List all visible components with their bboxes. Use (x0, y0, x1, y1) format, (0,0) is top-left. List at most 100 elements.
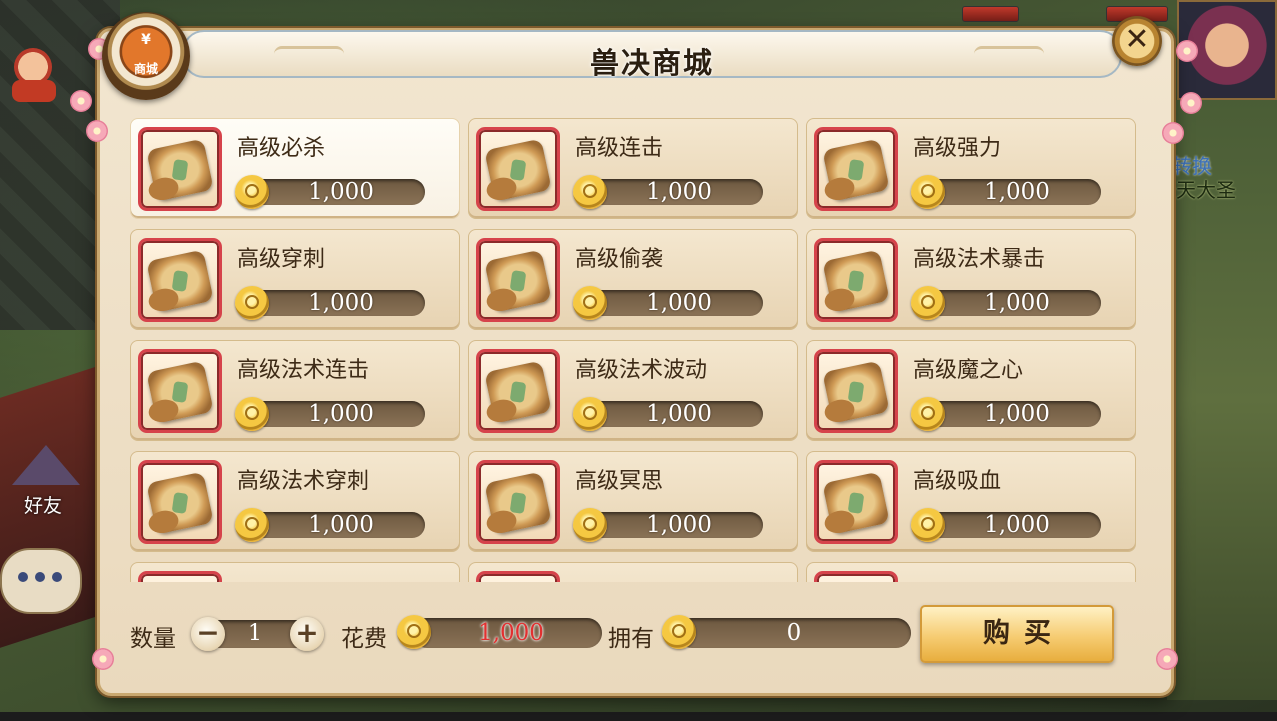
shop-item-card[interactable] (468, 562, 798, 582)
blossom-decoration (92, 648, 114, 670)
scroll-icon (146, 138, 214, 202)
bottom-status-bar (0, 712, 1277, 721)
item-grid: 高级必杀 1,000 高级连击 1,000 高级强力 1,000 高级穿刺 1,000 高级偷袭… (130, 118, 1136, 582)
shop-item-card[interactable]: 高级穿刺 1,000 (130, 229, 460, 330)
skill-book-icon (476, 571, 560, 582)
item-name: 高级连击 (575, 136, 664, 161)
shop-item-card[interactable] (806, 562, 1136, 582)
friends-icon (12, 445, 80, 485)
quantity-label: 数量 (130, 626, 176, 652)
title-bar: 兽决商城 (182, 30, 1122, 80)
scroll-icon (484, 360, 552, 424)
scroll-icon (146, 471, 214, 535)
item-price: 1,000 (984, 179, 1050, 205)
scroll-icon (484, 138, 552, 202)
shop-item-card[interactable]: 高级魔之心 1,000 (806, 340, 1136, 441)
gold-coin-icon (573, 175, 607, 209)
shop-item-card[interactable] (130, 562, 460, 582)
skill-book-icon (476, 460, 560, 544)
item-price-field: 1,000 (583, 401, 763, 427)
item-price-field: 1,000 (245, 290, 425, 316)
gold-coin-icon (573, 286, 607, 320)
blossom-decoration (1176, 40, 1198, 62)
item-price: 1,000 (984, 290, 1050, 316)
cost-field: 1,000 (412, 618, 602, 648)
dialog-title: 兽决商城 (589, 46, 714, 80)
item-price-field: 1,000 (921, 512, 1101, 538)
gold-coin-icon (911, 175, 945, 209)
item-price-field: 1,000 (921, 179, 1101, 205)
scroll-icon (822, 138, 890, 202)
chat-button[interactable] (0, 548, 82, 614)
scroll-icon (484, 471, 552, 535)
shop-item-card[interactable]: 高级偷袭 1,000 (468, 229, 798, 330)
item-name: 高级穿刺 (237, 247, 326, 272)
skill-book-icon (814, 238, 898, 322)
item-price-field: 1,000 (921, 401, 1101, 427)
skill-book-icon (138, 349, 222, 433)
decrease-quantity-button[interactable]: − (191, 617, 225, 651)
gold-coin-icon (911, 508, 945, 542)
blossom-decoration (70, 90, 92, 112)
blossom-decoration (1162, 122, 1184, 144)
shop-item-card[interactable]: 高级必杀 1,000 (130, 118, 460, 219)
item-name: 高级法术连击 (237, 358, 370, 383)
item-price: 1,000 (308, 401, 374, 427)
scroll-icon (146, 249, 214, 313)
item-name: 高级必杀 (237, 136, 326, 161)
shop-item-card[interactable]: 高级法术连击 1,000 (130, 340, 460, 441)
scroll-icon (822, 471, 890, 535)
skill-book-icon (814, 349, 898, 433)
gold-coin-icon (235, 286, 269, 320)
item-price-field: 1,000 (245, 401, 425, 427)
blossom-decoration (1180, 92, 1202, 114)
emblem-label: 商城 (133, 62, 158, 76)
increase-quantity-button[interactable]: + (290, 617, 324, 651)
item-price: 1,000 (646, 290, 712, 316)
pet-hp-bar (962, 6, 1019, 22)
shop-item-card[interactable]: 高级吸血 1,000 (806, 451, 1136, 552)
skill-book-icon (814, 571, 898, 582)
item-name: 高级吸血 (913, 469, 1002, 494)
skill-book-icon (138, 460, 222, 544)
shop-item-card[interactable]: 高级法术穿刺 1,000 (130, 451, 460, 552)
scroll-icon (822, 249, 890, 313)
emblem-symbol: ¥ (141, 32, 151, 48)
shop-item-card[interactable]: 高级强力 1,000 (806, 118, 1136, 219)
item-price-field: 1,000 (245, 512, 425, 538)
blossom-decoration (1156, 648, 1178, 670)
skill-book-icon (476, 127, 560, 211)
skill-book-icon (476, 349, 560, 433)
fortune-god-icon[interactable] (6, 40, 62, 102)
minus-icon: − (196, 616, 220, 649)
gold-coin-icon (662, 615, 696, 649)
shop-item-card[interactable]: 高级法术波动 1,000 (468, 340, 798, 441)
item-price: 1,000 (646, 179, 712, 205)
skill-book-icon (814, 127, 898, 211)
gold-coin-icon (911, 286, 945, 320)
cost-label: 花费 (341, 626, 387, 652)
shop-item-card[interactable]: 高级连击 1,000 (468, 118, 798, 219)
item-price-field: 1,000 (583, 512, 763, 538)
item-name: 高级冥思 (575, 469, 664, 494)
friends-button[interactable]: 好友 (2, 445, 92, 525)
shop-item-card[interactable]: 高级冥思 1,000 (468, 451, 798, 552)
item-list-viewport[interactable]: 高级必杀 1,000 高级连击 1,000 高级强力 1,000 高级穿刺 1,000 高级偷袭… (130, 118, 1142, 582)
scroll-icon (146, 360, 214, 424)
item-price-field: 1,000 (245, 179, 425, 205)
owned-label: 拥有 (608, 626, 654, 652)
skill-book-icon (814, 460, 898, 544)
gold-coin-icon (235, 508, 269, 542)
gold-coin-icon (573, 397, 607, 431)
close-button[interactable]: ✕ (1112, 16, 1162, 66)
close-icon: ✕ (1124, 22, 1150, 57)
shop-item-card[interactable]: 高级法术暴击 1,000 (806, 229, 1136, 330)
item-price: 1,000 (646, 401, 712, 427)
item-price: 1,000 (308, 179, 374, 205)
owned-value: 0 (786, 620, 802, 646)
item-price-field: 1,000 (583, 179, 763, 205)
item-price: 1,000 (308, 512, 374, 538)
buy-button[interactable]: 购买 (920, 605, 1114, 663)
skill-book-icon (138, 238, 222, 322)
skill-book-icon (138, 571, 222, 582)
